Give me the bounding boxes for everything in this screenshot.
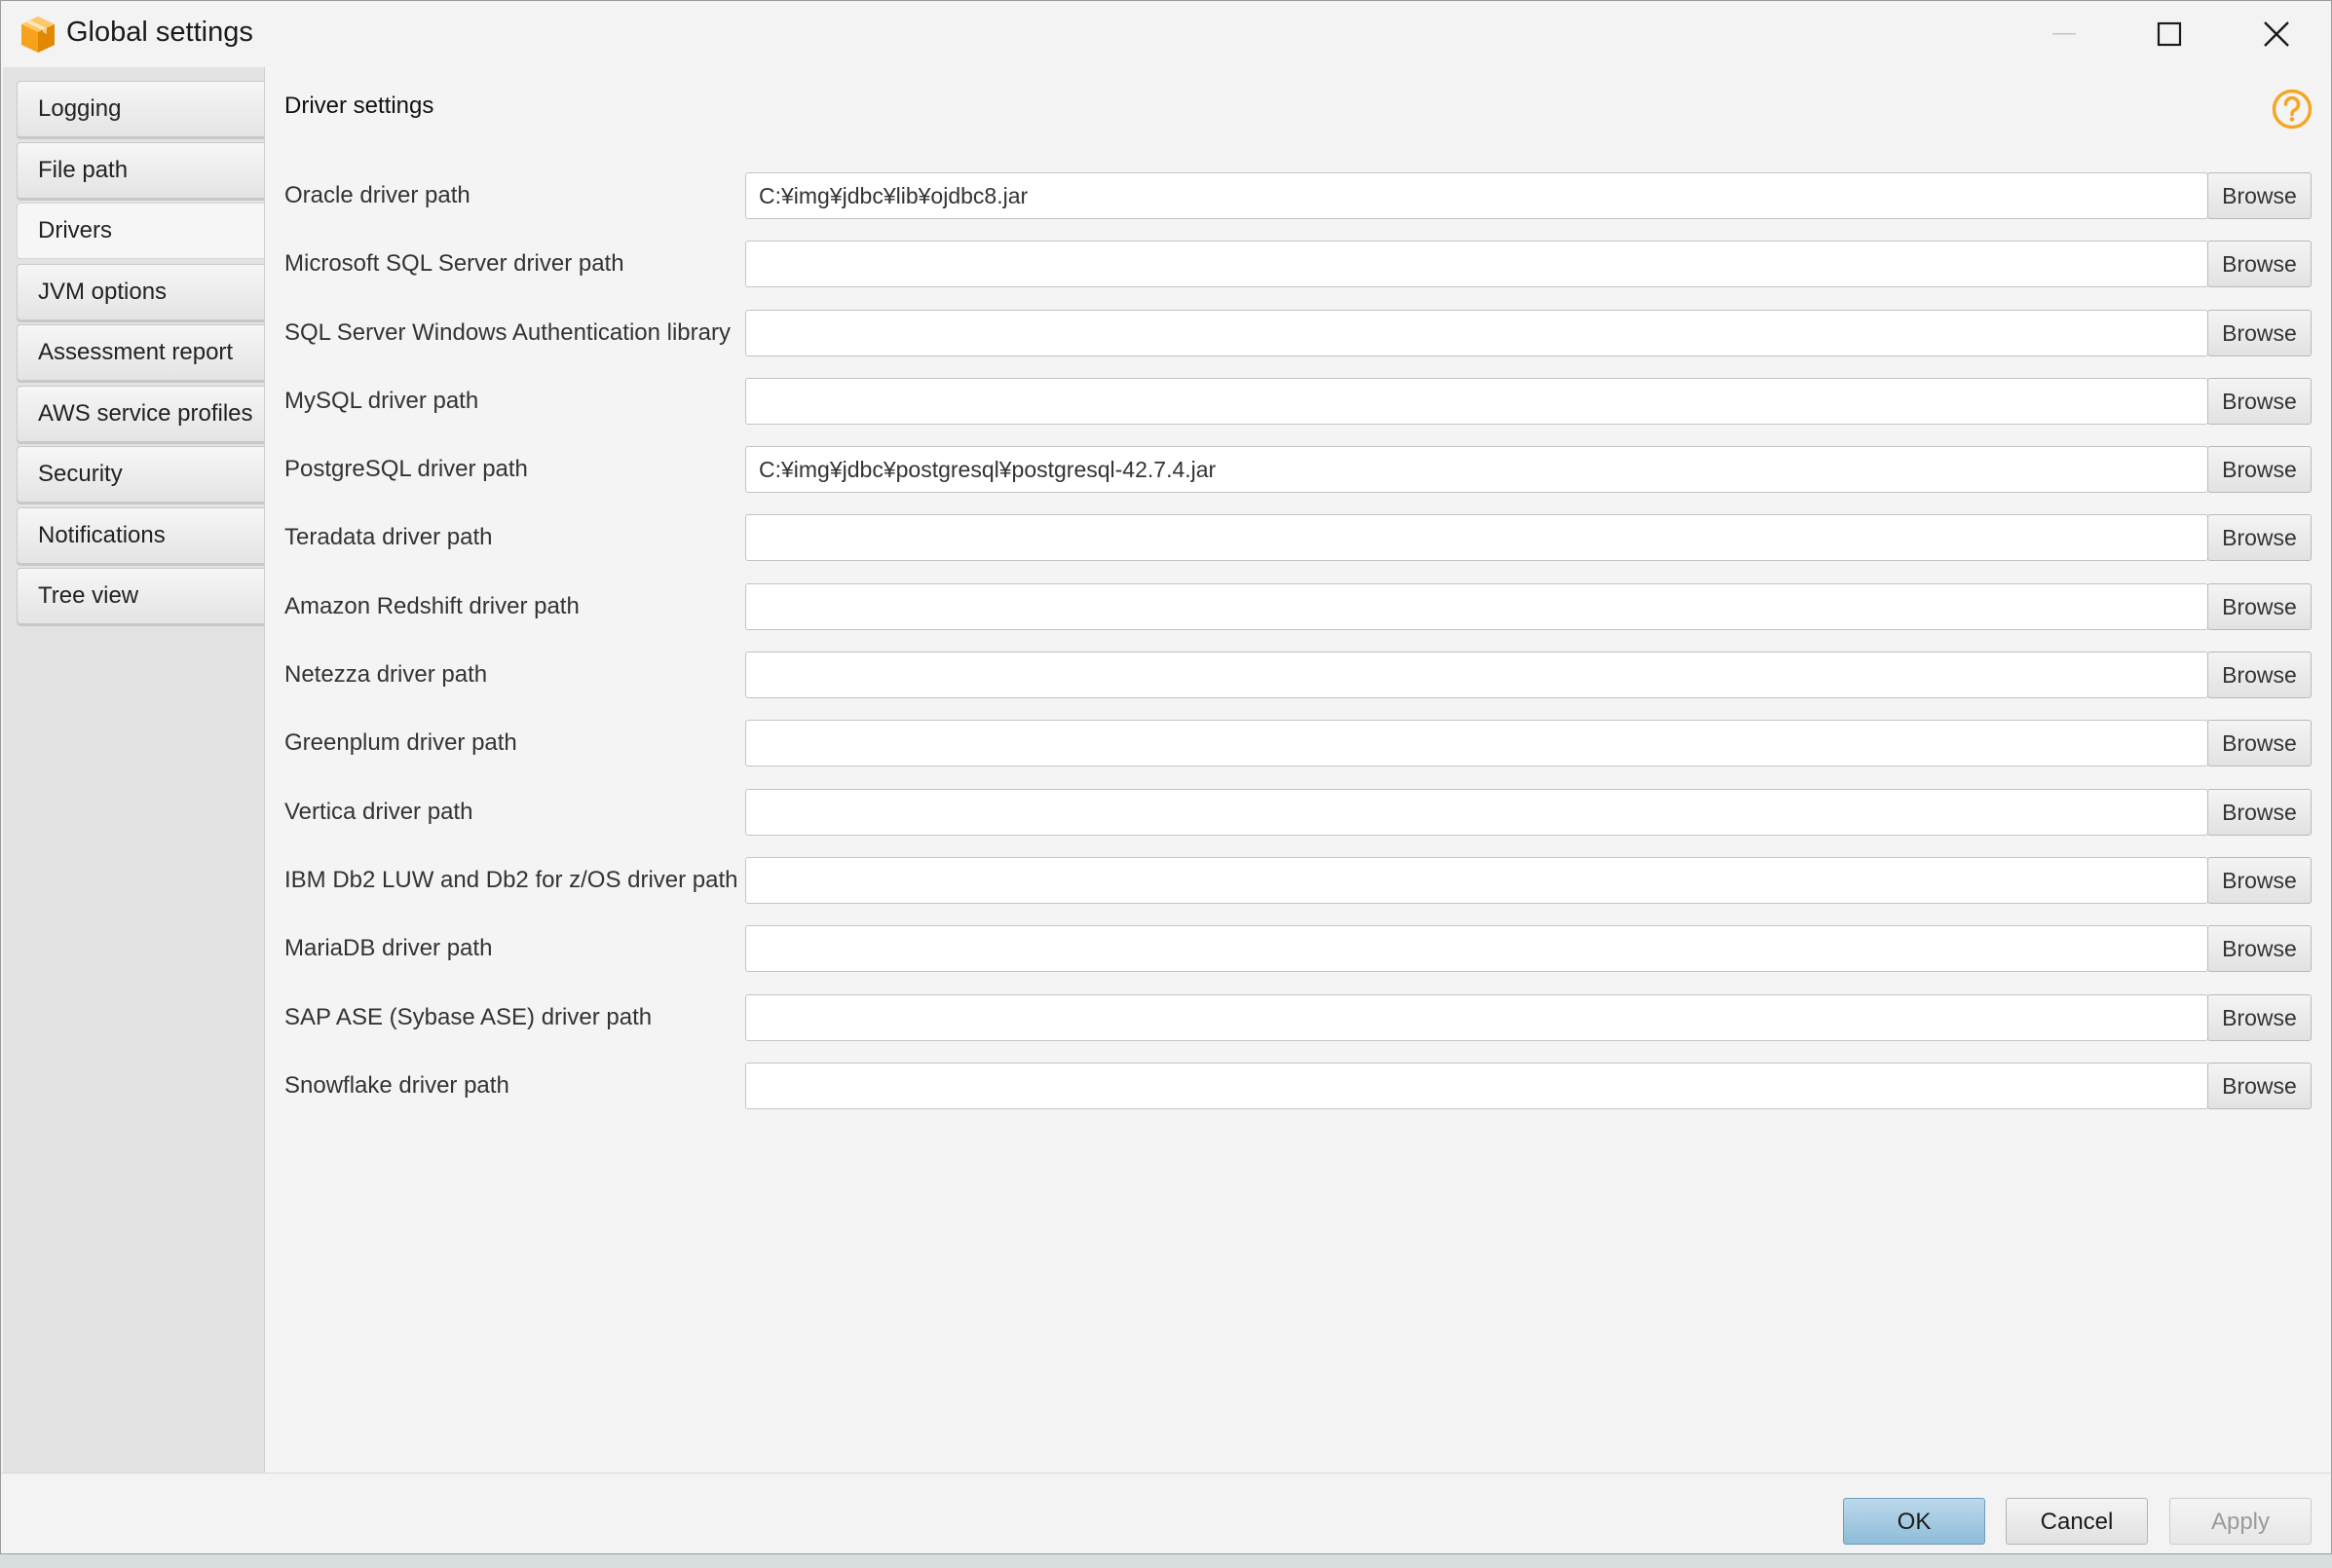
- maximize-icon: [2157, 21, 2182, 47]
- settings-sidebar: Logging File path Drivers JVM options As…: [3, 67, 265, 1473]
- sap-ase-driver-path-input[interactable]: [745, 994, 2208, 1041]
- greenplum-browse-button[interactable]: Browse: [2207, 720, 2312, 766]
- oracle-driver-label: Oracle driver path: [284, 182, 470, 208]
- teradata-driver-label: Teradata driver path: [284, 524, 493, 550]
- snowflake-driver-label: Snowflake driver path: [284, 1072, 509, 1099]
- vertica-browse-button[interactable]: Browse: [2207, 789, 2312, 836]
- mariadb-browse-button[interactable]: Browse: [2207, 925, 2312, 972]
- postgresql-driver-label: PostgreSQL driver path: [284, 456, 528, 482]
- mysql-driver-label: MySQL driver path: [284, 388, 479, 414]
- snowflake-driver-path-input[interactable]: [745, 1063, 2208, 1109]
- sidebar-item-assessment-report[interactable]: Assessment report: [17, 324, 264, 381]
- ok-button[interactable]: OK: [1843, 1498, 1985, 1545]
- sap-ase-browse-button[interactable]: Browse: [2207, 994, 2312, 1041]
- aws-cube-icon: [21, 17, 55, 53]
- minimize-icon: [2052, 33, 2076, 35]
- redshift-driver-path-input[interactable]: [745, 583, 2208, 630]
- sidebar-item-file-path[interactable]: File path: [17, 142, 264, 199]
- driver-settings-panel: Driver settings Oracle driver path Brows…: [265, 67, 2331, 1473]
- postgresql-driver-path-input[interactable]: [745, 446, 2208, 493]
- redshift-browse-button[interactable]: Browse: [2207, 583, 2312, 630]
- mysql-browse-button[interactable]: Browse: [2207, 378, 2312, 425]
- mariadb-driver-label: MariaDB driver path: [284, 935, 493, 961]
- greenplum-driver-label: Greenplum driver path: [284, 729, 517, 756]
- sap-ase-driver-label: SAP ASE (Sybase ASE) driver path: [284, 1004, 653, 1030]
- postgresql-browse-button[interactable]: Browse: [2207, 446, 2312, 493]
- oracle-browse-button[interactable]: Browse: [2207, 172, 2312, 219]
- netezza-driver-path-input[interactable]: [745, 652, 2208, 698]
- sql-server-auth-library-input[interactable]: [745, 310, 2208, 356]
- sql-server-browse-button[interactable]: Browse: [2207, 241, 2312, 287]
- sidebar-item-aws-service-profiles[interactable]: AWS service profiles: [17, 386, 264, 442]
- sql-server-driver-path-input[interactable]: [745, 241, 2208, 287]
- teradata-browse-button[interactable]: Browse: [2207, 514, 2312, 561]
- sidebar-item-logging[interactable]: Logging: [17, 81, 264, 137]
- minimize-button[interactable]: [2015, 1, 2113, 67]
- close-window-button[interactable]: [2228, 1, 2325, 67]
- redshift-driver-label: Amazon Redshift driver path: [284, 593, 580, 619]
- close-icon: [2264, 21, 2289, 47]
- title-bar: Global settings: [1, 1, 2331, 67]
- dialog-footer: OK Cancel Apply: [1, 1473, 2331, 1553]
- mysql-driver-path-input[interactable]: [745, 378, 2208, 425]
- sidebar-item-jvm-options[interactable]: JVM options: [17, 264, 264, 320]
- db2-driver-label: IBM Db2 LUW and Db2 for z/OS driver path: [284, 867, 738, 893]
- db2-browse-button[interactable]: Browse: [2207, 857, 2312, 904]
- sidebar-item-notifications[interactable]: Notifications: [17, 507, 264, 564]
- sidebar-item-drivers[interactable]: Drivers: [17, 203, 264, 259]
- snowflake-browse-button[interactable]: Browse: [2207, 1063, 2312, 1109]
- apply-button[interactable]: Apply: [2169, 1498, 2312, 1545]
- sidebar-item-security[interactable]: Security: [17, 446, 264, 503]
- sidebar-item-tree-view[interactable]: Tree view: [17, 568, 264, 624]
- netezza-browse-button[interactable]: Browse: [2207, 652, 2312, 698]
- netezza-driver-label: Netezza driver path: [284, 661, 488, 688]
- section-title: Driver settings: [284, 93, 434, 119]
- vertica-driver-label: Vertica driver path: [284, 799, 473, 825]
- mariadb-driver-path-input[interactable]: [745, 925, 2208, 972]
- sql-server-auth-library-label: SQL Server Windows Authentication librar…: [284, 319, 731, 346]
- help-icon[interactable]: [2271, 88, 2313, 131]
- global-settings-window: Global settings Logging File path Driver…: [0, 0, 2332, 1554]
- oracle-driver-path-input[interactable]: [745, 172, 2208, 219]
- maximize-button[interactable]: [2121, 1, 2218, 67]
- sql-server-driver-label: Microsoft SQL Server driver path: [284, 250, 624, 277]
- cancel-button[interactable]: Cancel: [2006, 1498, 2148, 1545]
- greenplum-driver-path-input[interactable]: [745, 720, 2208, 766]
- db2-driver-path-input[interactable]: [745, 857, 2208, 904]
- window-title: Global settings: [66, 17, 253, 48]
- sql-server-auth-browse-button[interactable]: Browse: [2207, 310, 2312, 356]
- teradata-driver-path-input[interactable]: [745, 514, 2208, 561]
- vertica-driver-path-input[interactable]: [745, 789, 2208, 836]
